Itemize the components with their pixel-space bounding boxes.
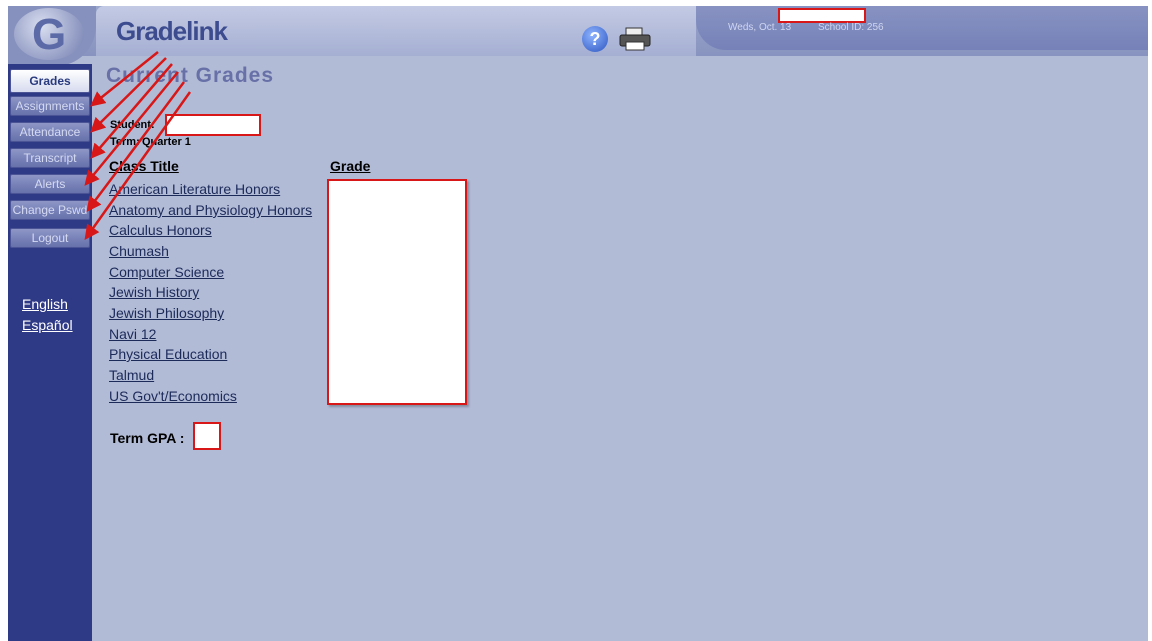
language-spanish-link[interactable]: Español	[22, 317, 73, 333]
class-link[interactable]: Calculus Honors	[109, 222, 212, 238]
page-title: Current Grades	[106, 64, 275, 87]
nav-grades[interactable]: Grades	[10, 69, 90, 93]
gradelink-logo-icon: G	[14, 8, 84, 60]
date-label: Weds, Oct. 13	[728, 22, 792, 33]
class-link[interactable]: Jewish History	[109, 284, 199, 300]
class-link[interactable]: Jewish Philosophy	[109, 305, 224, 321]
app-frame: G Gradelink ? Weds, Oct. 13 School ID: 2…	[8, 6, 1148, 641]
class-link[interactable]: Navi 12	[109, 326, 156, 342]
nav-alerts[interactable]: Alerts	[10, 174, 90, 194]
class-link[interactable]: Anatomy and Physiology Honors	[109, 202, 312, 218]
class-link[interactable]: Physical Education	[109, 346, 227, 362]
term-gpa-label: Term GPA :	[110, 430, 185, 446]
class-link[interactable]: Talmud	[109, 367, 154, 383]
school-id-label: School ID: 256	[818, 22, 884, 33]
gpa-redaction-box	[193, 422, 221, 450]
class-link[interactable]: US Gov't/Economics	[109, 388, 237, 404]
term-value: Quarter 1	[142, 136, 191, 148]
student-label: Student:	[110, 119, 155, 131]
nav-transcript[interactable]: Transcript	[10, 148, 90, 168]
class-link[interactable]: American Literature Honors	[109, 181, 280, 197]
grades-redaction-box	[327, 179, 467, 405]
logo-backdrop: G	[8, 6, 96, 66]
nav-logout[interactable]: Logout	[10, 228, 90, 248]
annotation-arrows	[84, 51, 192, 241]
grade-header: Grade	[330, 158, 371, 174]
class-link[interactable]: Chumash	[109, 243, 169, 259]
brand-name: Gradelink	[116, 16, 228, 46]
class-link[interactable]: Computer Science	[109, 264, 224, 280]
sidebar: Grades Assignments Attendance Transcript…	[8, 64, 92, 641]
nav-change-password[interactable]: Change Pswd	[10, 200, 90, 220]
student-name-redaction	[165, 114, 261, 136]
class-title-header: Class Title	[109, 158, 179, 174]
nav-assignments[interactable]: Assignments	[10, 96, 90, 116]
help-icon[interactable]: ?	[582, 26, 608, 52]
redaction-box	[778, 8, 866, 23]
print-icon[interactable]	[618, 26, 652, 52]
nav-attendance[interactable]: Attendance	[10, 122, 90, 142]
term-label: Term:	[110, 136, 140, 148]
language-english-link[interactable]: English	[22, 296, 68, 312]
